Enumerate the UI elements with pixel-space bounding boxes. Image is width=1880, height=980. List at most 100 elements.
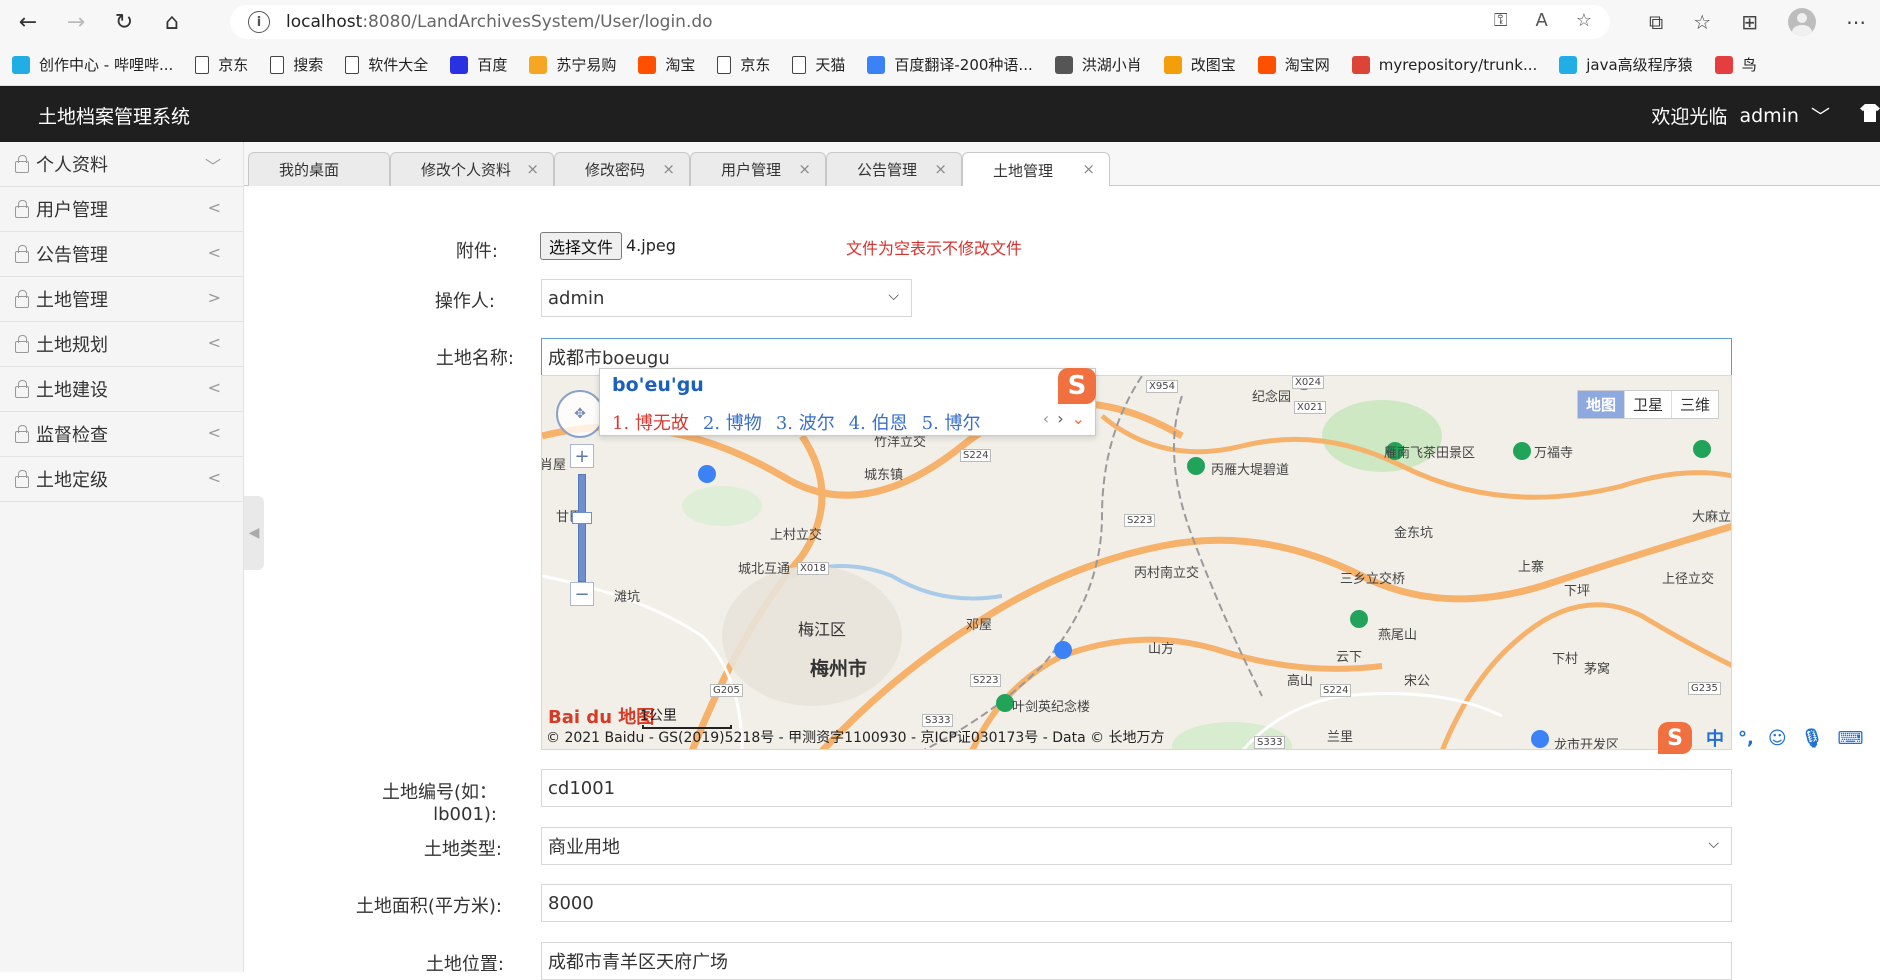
- bookmark-label: 天猫: [815, 56, 846, 74]
- bookmark-item[interactable]: 苏宁易购: [529, 54, 616, 75]
- bilibili-icon: [12, 55, 30, 74]
- site-info-icon[interactable]: i: [248, 11, 270, 33]
- profile-avatar[interactable]: [1788, 8, 1816, 36]
- ime-expand-icon[interactable]: ⌄: [1072, 409, 1085, 428]
- map-type-button[interactable]: 卫星: [1625, 391, 1672, 418]
- zoom-slider-handle[interactable]: [572, 512, 592, 524]
- bookmark-item[interactable]: java高级程序猿: [1559, 54, 1693, 75]
- forward-icon[interactable]: →: [56, 2, 96, 42]
- bookmark-item[interactable]: 软件大全: [345, 54, 428, 75]
- more-menu-icon[interactable]: ⋯: [1846, 10, 1866, 34]
- road-code-label: S224: [960, 449, 992, 462]
- keyboard-icon[interactable]: ⌨: [1837, 728, 1863, 749]
- ime-punctuation-mode[interactable]: °,: [1738, 728, 1754, 749]
- sidebar-item[interactable]: 土地建设 <: [0, 367, 243, 412]
- bookmark-item[interactable]: 淘宝: [638, 54, 695, 75]
- tab[interactable]: 公告管理 ×: [826, 152, 962, 186]
- user-menu[interactable]: 欢迎光临 admin ﹀: [1651, 102, 1830, 129]
- chevron-icon: <: [207, 198, 221, 217]
- bookmark-item[interactable]: 淘宝网: [1257, 54, 1330, 75]
- emoji-icon[interactable]: ☺: [1768, 728, 1787, 749]
- sogou-status-logo[interactable]: S: [1658, 722, 1692, 754]
- microphone-icon[interactable]: 🎙: [1801, 728, 1824, 749]
- tab[interactable]: 我的桌面: [248, 152, 390, 186]
- bookmark-item[interactable]: 改图宝: [1163, 54, 1236, 75]
- ime-chinese-mode[interactable]: 中: [1706, 725, 1724, 751]
- close-icon[interactable]: ×: [526, 160, 539, 178]
- sidebar-item[interactable]: 个人资料 ﹀: [0, 142, 243, 187]
- land-code-input[interactable]: cd1001: [541, 769, 1732, 807]
- map-copyright: © 2021 Baidu - GS(2019)5218号 - 甲测资字11009…: [546, 730, 1165, 746]
- bookmark-label: 改图宝: [1190, 56, 1236, 74]
- ime-prev-icon[interactable]: ‹: [1043, 409, 1049, 428]
- collections-icon[interactable]: ⊞: [1741, 10, 1758, 34]
- favorite-add-icon[interactable]: ☆: [1576, 10, 1592, 31]
- sidebar-collapse-handle[interactable]: ◀: [244, 496, 264, 570]
- bookmark-item[interactable]: 百度: [450, 54, 507, 75]
- map-scale-label: 1公里: [640, 708, 677, 724]
- sidebar-item[interactable]: 公告管理 <: [0, 232, 243, 277]
- ime-next-icon[interactable]: ›: [1057, 409, 1063, 428]
- zoom-in-button[interactable]: +: [570, 444, 594, 468]
- favorites-icon[interactable]: ☆: [1693, 10, 1711, 34]
- bookmark-label: 百度翻译-200种语...: [894, 56, 1033, 74]
- sidebar-item[interactable]: 用户管理 <: [0, 187, 243, 232]
- sidebar-item[interactable]: 监督检查 <: [0, 412, 243, 457]
- back-icon[interactable]: ←: [8, 2, 48, 42]
- bookmark-item[interactable]: 搜索: [270, 54, 323, 75]
- bookmark-item[interactable]: 京东: [195, 54, 248, 75]
- road-code-label: X024: [1292, 376, 1324, 389]
- bookmark-item[interactable]: 京东: [717, 54, 770, 75]
- close-icon[interactable]: ×: [934, 160, 947, 178]
- extensions-icon[interactable]: ⧉: [1649, 10, 1663, 34]
- tab[interactable]: 土地管理 ×: [962, 152, 1110, 187]
- map-place-label: 下坪: [1564, 584, 1591, 599]
- sidebar-item[interactable]: 土地定级 <: [0, 457, 243, 502]
- ime-candidate[interactable]: 4. 伯恩: [849, 409, 908, 435]
- sidebar-item[interactable]: 土地管理 >: [0, 277, 243, 322]
- sidebar: 个人资料 ﹀ 用户管理 < 公告管理 < 土地管理 > 土地规划 < 土地建设 < 监督检查 < 土地定级 <: [0, 142, 244, 972]
- skin-icon[interactable]: [1860, 104, 1880, 122]
- key-icon[interactable]: ⚿: [1494, 10, 1508, 31]
- bookmark-item[interactable]: 创作中心 - 哔哩哔...: [12, 54, 173, 75]
- close-icon[interactable]: ×: [798, 160, 811, 178]
- map-place-label: 肖屋: [541, 458, 567, 473]
- bookmark-label: 淘宝: [665, 56, 696, 74]
- land-location-input[interactable]: 成都市青羊区天府广场: [541, 942, 1732, 980]
- bookmark-item[interactable]: myrepository/trunk...: [1351, 55, 1537, 74]
- ime-candidate[interactable]: 5. 博尔: [922, 409, 981, 435]
- sidebar-item[interactable]: 土地规划 <: [0, 322, 243, 367]
- close-icon[interactable]: ×: [1082, 160, 1095, 178]
- bookmark-item[interactable]: 鸟: [1714, 54, 1757, 75]
- address-bar[interactable]: i localhost:8080/LandArchivesSystem/User…: [230, 5, 1610, 39]
- tab[interactable]: 修改密码 ×: [554, 152, 690, 186]
- map-type-button[interactable]: 三维: [1672, 391, 1718, 418]
- tab[interactable]: 修改个人资料 ×: [390, 152, 554, 186]
- land-area-input[interactable]: 8000: [541, 884, 1732, 922]
- ime-candidate[interactable]: 2. 博物: [703, 409, 762, 435]
- translate-icon: [867, 55, 886, 74]
- map-pan-control[interactable]: ✥: [556, 390, 604, 438]
- tab[interactable]: 用户管理 ×: [690, 152, 826, 186]
- home-icon[interactable]: ⌂: [152, 2, 192, 42]
- ime-candidate[interactable]: 3. 波尔: [776, 409, 835, 435]
- ime-candidate[interactable]: 1. 博无故: [612, 409, 689, 435]
- read-aloud-icon[interactable]: A: [1536, 10, 1548, 31]
- file-hint: 文件为空表示不修改文件: [846, 239, 1023, 258]
- bookmark-item[interactable]: 天猫: [792, 54, 845, 75]
- zoom-out-button[interactable]: −: [570, 582, 594, 606]
- close-icon[interactable]: ×: [662, 160, 675, 178]
- road-code-label: X018: [797, 562, 829, 575]
- chevron-down-icon[interactable]: ﹀: [1811, 102, 1830, 129]
- refresh-icon[interactable]: ↻: [104, 2, 144, 42]
- bookmark-item[interactable]: 百度翻译-200种语...: [867, 54, 1033, 75]
- zoom-slider-track[interactable]: [578, 474, 586, 582]
- document-icon: [717, 55, 732, 74]
- operator-select[interactable]: admin ⌵: [541, 279, 912, 317]
- choose-file-button[interactable]: 选择文件: [540, 232, 623, 260]
- land-type-select[interactable]: 商业用地 ⌵: [541, 827, 1732, 865]
- username[interactable]: admin: [1739, 105, 1799, 127]
- map-type-button[interactable]: 地图: [1577, 391, 1625, 418]
- bookmark-item[interactable]: 洪湖小肖: [1054, 54, 1142, 75]
- land-code-value: cd1001: [548, 777, 616, 799]
